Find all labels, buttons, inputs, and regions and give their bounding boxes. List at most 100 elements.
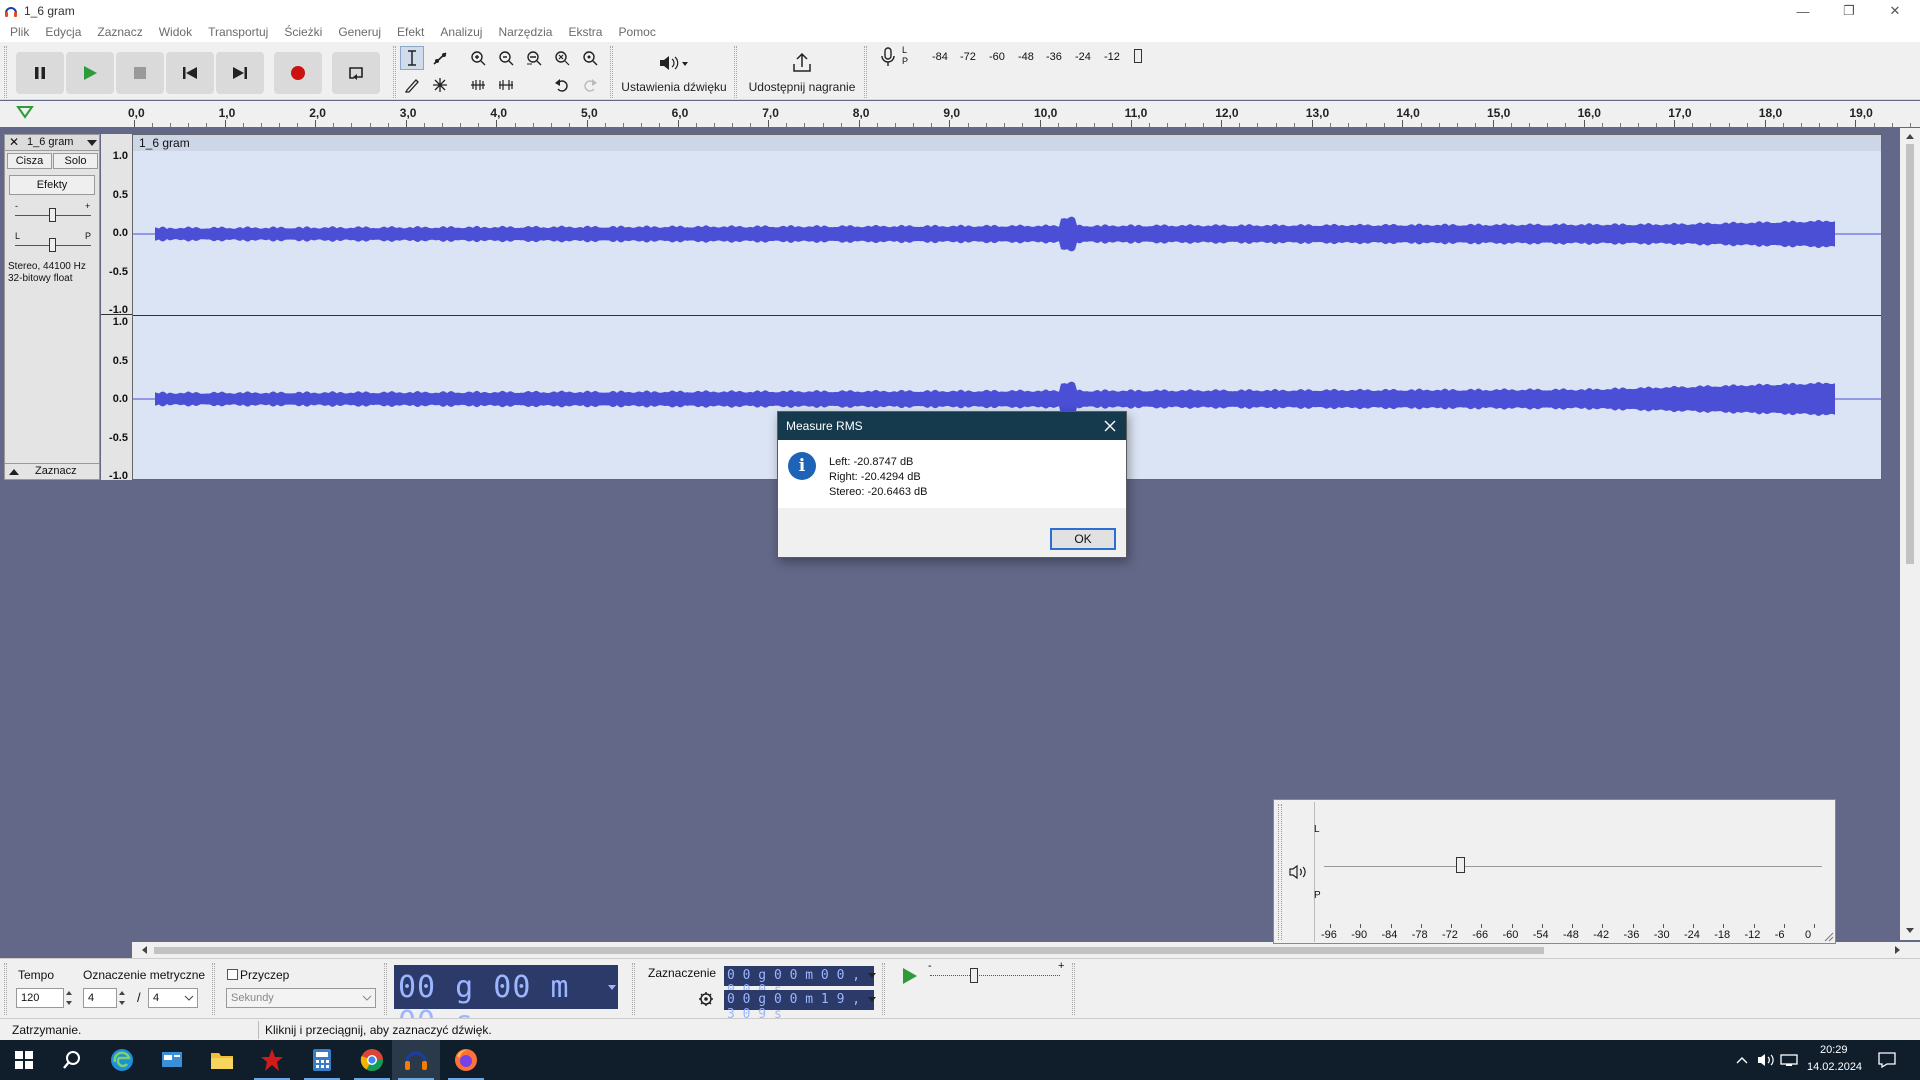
stop-button[interactable]	[116, 52, 164, 94]
solo-button[interactable]: Solo	[53, 153, 98, 169]
close-button[interactable]: ✕	[1872, 0, 1918, 22]
scroll-up-icon[interactable]	[1900, 130, 1920, 144]
select-track-button[interactable]: Zaznacz	[35, 465, 77, 477]
close-track-icon[interactable]: ✕	[9, 135, 19, 149]
toolbar-grip[interactable]	[393, 46, 396, 98]
pause-button[interactable]	[16, 52, 64, 94]
settings-gear-icon[interactable]	[698, 991, 714, 1007]
toolbar-grip[interactable]	[212, 963, 215, 1015]
toolbar-grip[interactable]	[864, 46, 867, 98]
horizontal-scrollbar[interactable]	[132, 942, 1920, 958]
toolbar-grip[interactable]	[734, 46, 737, 98]
play-button[interactable]	[66, 52, 114, 94]
resize-grip-icon[interactable]	[1824, 932, 1834, 942]
toolbar-grip[interactable]	[4, 46, 7, 98]
effects-button[interactable]: Efekty	[9, 175, 95, 195]
gain-slider-thumb[interactable]	[49, 208, 56, 222]
play-head-marker-icon[interactable]	[16, 105, 36, 123]
zoom-out-button[interactable]	[494, 46, 518, 70]
chevron-up-icon[interactable]	[1736, 1056, 1748, 1064]
time-display[interactable]: 00 g 00 m 00 s	[394, 965, 618, 1040]
track-select-bar[interactable]: Zaznacz	[5, 463, 99, 479]
scroll-right-icon[interactable]	[1890, 942, 1904, 958]
selection-end-time[interactable]: 0 0 g 0 0 m 1 9 , 3 0 9 s	[724, 990, 874, 1022]
draw-tool[interactable]	[400, 73, 424, 97]
taskbar-edge[interactable]	[98, 1040, 146, 1080]
playback-volume-slider[interactable]	[1456, 857, 1465, 873]
numerator-spinner-icon[interactable]	[117, 988, 127, 1008]
redo-button[interactable]	[578, 73, 602, 97]
snap-checkbox[interactable]	[227, 969, 238, 980]
dialog-close-icon[interactable]	[1104, 420, 1116, 432]
menu-effect[interactable]: Efekt	[389, 22, 432, 42]
toolbar-grip[interactable]	[384, 963, 387, 1015]
loop-button[interactable]	[332, 52, 380, 94]
taskbar-app-window[interactable]	[148, 1040, 196, 1080]
toolbar-grip[interactable]	[882, 963, 885, 1015]
collapse-icon[interactable]	[9, 468, 19, 476]
record-meter[interactable]: L P -84 -72 -60 -48 -36 -24 -12	[876, 45, 1150, 68]
silence-audio-button[interactable]	[494, 73, 518, 97]
toolbar-grip[interactable]	[1072, 963, 1075, 1015]
network-icon[interactable]	[1780, 1052, 1798, 1068]
track-name[interactable]: 1_6 gram	[27, 136, 73, 148]
track-control-panel[interactable]: ✕ 1_6 gram Cisza Solo Efekty - + L P Ste…	[4, 134, 100, 480]
search-button[interactable]	[48, 1040, 96, 1080]
scroll-left-icon[interactable]	[138, 942, 152, 958]
menu-edit[interactable]: Edycja	[37, 22, 89, 42]
menu-generate[interactable]: Generuj	[330, 22, 389, 42]
menu-transport[interactable]: Transportuj	[200, 22, 276, 42]
clock-date[interactable]: 14.02.2024	[1807, 1061, 1862, 1073]
envelope-tool[interactable]	[428, 46, 452, 70]
record-meter-slider[interactable]	[1134, 49, 1142, 63]
speed-slider-thumb[interactable]	[970, 968, 978, 983]
track-menu-icon[interactable]	[87, 140, 97, 148]
ok-button[interactable]: OK	[1050, 528, 1116, 550]
toolbar-grip[interactable]	[632, 963, 635, 1015]
vertical-scrollbar[interactable]	[1900, 128, 1920, 940]
track-header[interactable]: ✕ 1_6 gram	[5, 135, 99, 151]
mute-button[interactable]: Cisza	[7, 153, 52, 169]
meter-grip[interactable]	[1278, 804, 1282, 940]
start-format-menu-icon[interactable]	[868, 973, 876, 979]
taskbar-calculator[interactable]	[298, 1040, 346, 1080]
dialog-titlebar[interactable]: Measure RMS	[778, 412, 1126, 440]
record-button[interactable]	[274, 52, 322, 94]
skip-start-button[interactable]	[166, 52, 214, 94]
multi-tool[interactable]	[428, 73, 452, 97]
taskbar-app-red[interactable]	[248, 1040, 296, 1080]
toolbar-grip[interactable]	[610, 46, 613, 98]
tempo-spinner-icon[interactable]	[64, 988, 74, 1008]
tempo-input[interactable]: 120	[16, 988, 64, 1008]
measure-rms-dialog[interactable]: Measure RMS i Left: -20.8747 dB Right: -…	[777, 411, 1127, 558]
pan-slider-thumb[interactable]	[49, 238, 56, 252]
time-format-menu-icon[interactable]	[608, 985, 616, 991]
menu-tracks[interactable]: Ścieżki	[276, 22, 330, 42]
start-button[interactable]	[0, 1040, 48, 1080]
skip-end-button[interactable]	[216, 52, 264, 94]
fit-project-button[interactable]	[550, 46, 574, 70]
notifications-icon[interactable]	[1878, 1052, 1896, 1068]
taskbar-audacity[interactable]	[392, 1040, 440, 1080]
undo-button[interactable]	[550, 73, 574, 97]
zoom-in-button[interactable]	[466, 46, 490, 70]
clock-time[interactable]: 20:29	[1820, 1044, 1848, 1056]
menu-extra[interactable]: Ekstra	[560, 22, 610, 42]
menu-help[interactable]: Pomoc	[610, 22, 663, 42]
play-at-speed-icon[interactable]	[901, 967, 919, 985]
taskbar-firefox[interactable]	[442, 1040, 490, 1080]
menu-select[interactable]: Zaznacz	[89, 22, 150, 42]
share-audio-button[interactable]: Udostępnij nagranie	[744, 48, 860, 98]
zoom-toggle-button[interactable]	[578, 46, 602, 70]
amplitude-ruler[interactable]: 1.0 0.5 0.0 -0.5 -1.0 1.0 0.5 0.0 -0.5 -1.0	[101, 134, 132, 482]
selection-tool[interactable]	[400, 46, 424, 70]
scroll-down-icon[interactable]	[1900, 924, 1920, 938]
minimize-button[interactable]: —	[1780, 0, 1826, 22]
selection-start-time[interactable]: 0 0 g 0 0 m 0 0 , 0 0 0 s	[724, 966, 874, 998]
playback-meter-panel[interactable]: L P -96 -90 -84 -78 -72 -66 -60 -54 -48 -42 -36 -30…	[1273, 799, 1836, 944]
toolbar-grip[interactable]	[4, 963, 7, 1015]
end-format-menu-icon[interactable]	[868, 997, 876, 1003]
menu-analyze[interactable]: Analizuj	[432, 22, 490, 42]
taskbar-chrome[interactable]	[348, 1040, 396, 1080]
menu-view[interactable]: Widok	[151, 22, 200, 42]
